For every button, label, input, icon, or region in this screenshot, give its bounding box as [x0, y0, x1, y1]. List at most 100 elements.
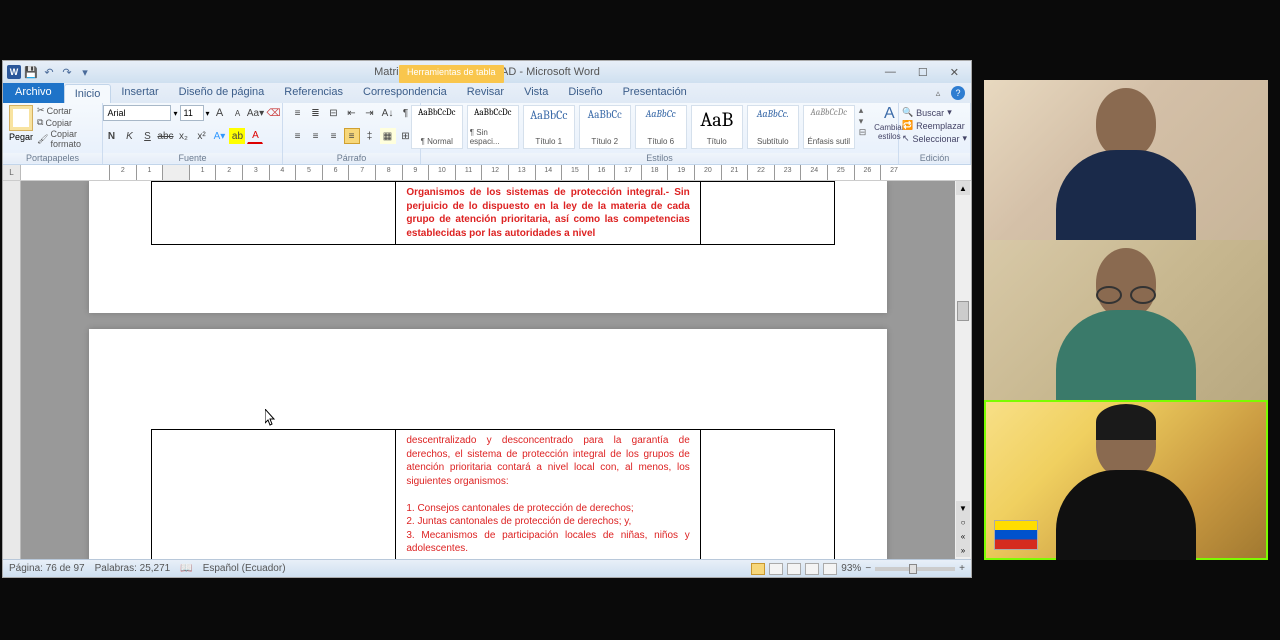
- style-heading2[interactable]: AaBbCcTítulo 2: [579, 105, 631, 149]
- align-center-icon[interactable]: ≡: [308, 128, 324, 144]
- view-print-layout-icon[interactable]: [751, 563, 765, 575]
- numbering-icon[interactable]: ≣: [308, 105, 324, 121]
- font-name-combo[interactable]: [103, 105, 171, 121]
- tab-design[interactable]: Diseño: [558, 83, 612, 103]
- minimize-ribbon-icon[interactable]: ▵: [931, 86, 945, 100]
- superscript-button[interactable]: x²: [193, 128, 209, 144]
- align-left-icon[interactable]: ≡: [290, 128, 306, 144]
- subscript-button[interactable]: x₂: [175, 128, 191, 144]
- italic-button[interactable]: K: [121, 128, 137, 144]
- justify-icon[interactable]: ≡: [344, 128, 360, 144]
- status-proofing-icon[interactable]: 📖: [180, 563, 192, 574]
- replace-button[interactable]: 🔁Reemplazar: [902, 120, 965, 131]
- font-color-icon[interactable]: A: [247, 128, 263, 144]
- tab-page-layout[interactable]: Diseño de página: [169, 83, 275, 103]
- format-painter-button[interactable]: 🖌Copiar formato: [37, 129, 96, 149]
- align-right-icon[interactable]: ≡: [326, 128, 342, 144]
- minimize-button[interactable]: ―: [885, 66, 896, 79]
- scissors-icon: ✂: [37, 105, 45, 116]
- status-zoom[interactable]: 93%: [841, 563, 861, 574]
- zoom-in-button[interactable]: +: [959, 563, 965, 574]
- undo-icon[interactable]: ↶: [41, 64, 57, 80]
- underline-button[interactable]: S: [139, 128, 155, 144]
- decrease-indent-icon[interactable]: ⇤: [344, 105, 360, 121]
- cut-button[interactable]: ✂Cortar: [37, 105, 96, 116]
- change-case-icon[interactable]: Aa▾: [248, 105, 264, 121]
- style-subtitle[interactable]: AaBbCc.Subtítulo: [747, 105, 799, 149]
- style-normal[interactable]: AaBbCcDc¶ Normal: [411, 105, 463, 149]
- clear-format-icon[interactable]: ⌫: [266, 105, 282, 121]
- status-language[interactable]: Español (Ecuador): [203, 563, 286, 574]
- group-paragraph: ≡ ≣ ⊟ ⇤ ⇥ A↓ ¶ ≡ ≡ ≡ ≡ ‡ ▦ ⊞ P: [283, 103, 421, 164]
- increase-indent-icon[interactable]: ⇥: [362, 105, 378, 121]
- tab-file[interactable]: Archivo: [3, 83, 64, 103]
- participant-tile-3-active[interactable]: [984, 400, 1268, 560]
- paste-button[interactable]: Pegar: [9, 105, 33, 142]
- zoom-out-button[interactable]: −: [865, 563, 871, 574]
- document-area[interactable]: ▲ ▼ ○ « » Organismos de los sistemas de …: [3, 181, 971, 559]
- tab-view[interactable]: Vista: [514, 83, 558, 103]
- tab-presentation[interactable]: Presentación: [613, 83, 697, 103]
- view-outline-icon[interactable]: [805, 563, 819, 575]
- bold-button[interactable]: N: [103, 128, 119, 144]
- styles-more-icon[interactable]: ▴: [859, 105, 867, 116]
- view-fullscreen-icon[interactable]: [769, 563, 783, 575]
- save-icon[interactable]: 💾: [23, 64, 39, 80]
- ruler[interactable]: L 21123456789101112131415161718192021222…: [3, 165, 971, 181]
- multilevel-icon[interactable]: ⊟: [326, 105, 342, 121]
- tab-review[interactable]: Revisar: [457, 83, 514, 103]
- highlight-icon[interactable]: ab: [229, 128, 245, 144]
- close-button[interactable]: ✕: [950, 66, 959, 79]
- copy-button[interactable]: ⧉Copiar: [37, 117, 96, 128]
- help-icon[interactable]: ?: [951, 86, 965, 100]
- tab-insert[interactable]: Insertar: [111, 83, 168, 103]
- horizontal-ruler[interactable]: 2112345678910111213141516171819202122232…: [21, 165, 971, 180]
- qat-dropdown-icon[interactable]: ▾: [77, 64, 93, 80]
- participant-tile-2[interactable]: [984, 240, 1268, 400]
- tab-mailings[interactable]: Correspondencia: [353, 83, 457, 103]
- scroll-up-icon[interactable]: ▲: [956, 181, 970, 195]
- next-page-icon[interactable]: »: [956, 543, 970, 557]
- scroll-down-icon[interactable]: ▼: [956, 501, 970, 515]
- view-web-icon[interactable]: [787, 563, 801, 575]
- style-heading1[interactable]: AaBbCcTítulo 1: [523, 105, 575, 149]
- vertical-scrollbar[interactable]: ▲ ▼ ○ « »: [955, 181, 971, 559]
- style-subtle-emphasis[interactable]: AaBbCcDcÉnfasis sutil: [803, 105, 855, 149]
- style-heading6[interactable]: AaBbCcTítulo 6: [635, 105, 687, 149]
- status-words[interactable]: Palabras: 25,271: [95, 563, 171, 574]
- font-size-combo[interactable]: [180, 105, 204, 121]
- styles-expand-icon[interactable]: ⊟: [859, 127, 867, 138]
- bullets-icon[interactable]: ≡: [290, 105, 306, 121]
- grow-font-icon[interactable]: A: [212, 105, 228, 121]
- tab-references[interactable]: Referencias: [274, 83, 353, 103]
- shading-icon[interactable]: ▦: [380, 128, 396, 144]
- text-effects-icon[interactable]: A▾: [211, 128, 227, 144]
- sort-icon[interactable]: A↓: [380, 105, 396, 121]
- select-button[interactable]: ↖Seleccionar ▾: [902, 133, 967, 144]
- prev-page-icon[interactable]: «: [956, 529, 970, 543]
- tab-home[interactable]: Inicio: [64, 84, 112, 103]
- styles-more-icon[interactable]: ▾: [859, 116, 867, 127]
- vertical-ruler[interactable]: [3, 181, 21, 559]
- tab-selector-icon[interactable]: L: [3, 165, 21, 180]
- strikethrough-button[interactable]: abc: [157, 128, 173, 144]
- flag-icon: [994, 520, 1038, 550]
- view-draft-icon[interactable]: [823, 563, 837, 575]
- context-tab-table-tools[interactable]: Herramientas de tabla: [399, 65, 504, 83]
- status-page[interactable]: Página: 76 de 97: [9, 563, 85, 574]
- ribbon-tabs: Herramientas de tabla Archivo Inicio Ins…: [3, 83, 971, 103]
- shrink-font-icon[interactable]: A: [230, 105, 246, 121]
- scrollbar-thumb[interactable]: [957, 301, 969, 321]
- style-no-spacing[interactable]: AaBbCcDc¶ Sin espaci...: [467, 105, 519, 149]
- participant-tile-1[interactable]: [984, 80, 1268, 240]
- zoom-slider[interactable]: [875, 567, 955, 571]
- style-title[interactable]: AaBTítulo: [691, 105, 743, 149]
- maximize-button[interactable]: ☐: [918, 66, 928, 79]
- browse-object-icon[interactable]: ○: [956, 515, 970, 529]
- word-app-icon: W: [7, 65, 21, 79]
- line-spacing-icon[interactable]: ‡: [362, 128, 378, 144]
- find-button[interactable]: 🔍Buscar ▾: [902, 107, 952, 118]
- video-participants-panel: [984, 80, 1268, 560]
- copy-icon: ⧉: [37, 117, 43, 128]
- redo-icon[interactable]: ↷: [59, 64, 75, 80]
